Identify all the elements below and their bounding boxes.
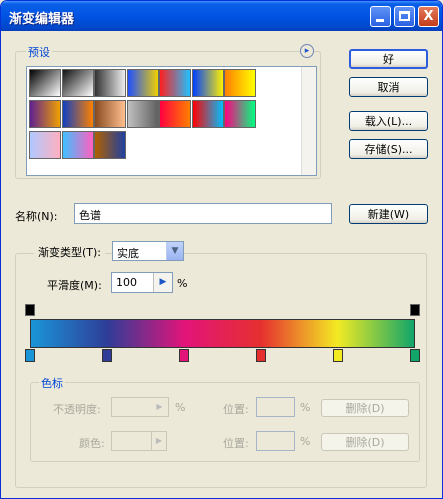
- new-button[interactable]: 新建(W): [349, 204, 428, 224]
- presets-group: 预设 ▸: [15, 44, 321, 179]
- delete-color-stop-button[interactable]: 删除(D): [321, 433, 409, 451]
- opacity-stop[interactable]: [25, 304, 35, 316]
- name-input[interactable]: 色谱: [74, 203, 332, 224]
- load-button[interactable]: 载入(L)...: [349, 111, 428, 131]
- preset-swatch[interactable]: [94, 69, 126, 97]
- preset-swatch[interactable]: [29, 100, 61, 128]
- preset-swatch[interactable]: [191, 69, 224, 97]
- color-stop[interactable]: [179, 349, 189, 362]
- preset-swatch[interactable]: [224, 100, 256, 128]
- minimize-icon: [371, 7, 390, 26]
- close-button[interactable]: X: [418, 6, 439, 27]
- delete-opacity-stop-button[interactable]: 删除(D): [321, 399, 409, 417]
- presets-scrollbar[interactable]: [301, 67, 316, 175]
- preset-swatch[interactable]: [61, 100, 94, 128]
- color-stop[interactable]: [102, 349, 112, 362]
- gradient-preview-bar[interactable]: [30, 319, 415, 348]
- presets-list[interactable]: [26, 66, 317, 176]
- preset-swatch[interactable]: [126, 100, 159, 128]
- opacity-location-input[interactable]: [256, 397, 295, 417]
- color-stop[interactable]: [256, 349, 266, 362]
- color-location-unit: %: [300, 435, 311, 448]
- opacity-unit: %: [175, 401, 186, 414]
- opacity-location-label: 位置:: [223, 403, 249, 416]
- gradient-editor-window: 渐变编辑器 X 预设 ▸ 好 取消 载入(L)... 存储(S)... 名称(N…: [0, 0, 443, 499]
- opacity-input[interactable]: ▶: [111, 397, 169, 417]
- smoothness-input[interactable]: 100 ▶: [111, 272, 173, 293]
- color-stop[interactable]: [333, 349, 343, 362]
- color-stop[interactable]: [25, 349, 35, 362]
- opacity-location-unit: %: [300, 401, 311, 414]
- save-button[interactable]: 存储(S)...: [349, 139, 428, 159]
- maximize-icon: [395, 7, 414, 26]
- color-stop[interactable]: [410, 349, 420, 362]
- cancel-button[interactable]: 取消: [349, 77, 428, 97]
- window-title: 渐变编辑器: [9, 12, 75, 27]
- color-swatch-input[interactable]: ▶: [111, 431, 167, 451]
- preset-swatch[interactable]: [191, 100, 224, 128]
- preset-swatch[interactable]: [224, 69, 256, 97]
- preset-swatch[interactable]: [61, 131, 94, 159]
- color-location-input[interactable]: [256, 431, 295, 451]
- smoothness-slider-icon[interactable]: ▶: [153, 273, 172, 292]
- title-bar[interactable]: 渐变编辑器 X: [1, 1, 442, 31]
- maximize-button[interactable]: [394, 6, 415, 27]
- minimize-button[interactable]: [370, 6, 391, 27]
- preset-swatch[interactable]: [159, 100, 191, 128]
- presets-menu-icon[interactable]: ▸: [300, 44, 314, 58]
- color-location-label: 位置:: [223, 437, 249, 450]
- presets-label: 预设: [26, 44, 52, 60]
- preset-swatch[interactable]: [94, 100, 126, 128]
- preset-swatch[interactable]: [29, 69, 61, 97]
- color-picker-icon: ▶: [151, 432, 166, 450]
- preset-swatch[interactable]: [126, 69, 159, 97]
- close-icon: X: [423, 9, 434, 24]
- opacity-label: 不透明度:: [53, 403, 101, 416]
- preset-swatch[interactable]: [29, 131, 61, 159]
- smoothness-unit: %: [177, 277, 188, 290]
- preset-swatch[interactable]: [94, 131, 126, 159]
- gradient-type-select[interactable]: 实底 ▼: [112, 241, 184, 261]
- preset-swatch[interactable]: [61, 69, 94, 97]
- color-label: 颜色:: [79, 437, 105, 450]
- opacity-stop[interactable]: [410, 304, 420, 316]
- smoothness-value: 100: [116, 276, 137, 289]
- preset-swatch[interactable]: [159, 69, 191, 97]
- gradient-type-value: 实底: [117, 247, 139, 260]
- gradient-type-label: 渐变类型(T):: [34, 244, 106, 260]
- stops-group-label: 色标: [39, 375, 65, 391]
- name-label: 名称(N):: [15, 210, 58, 223]
- smoothness-label: 平滑度(M):: [47, 279, 102, 292]
- opacity-slider-icon: ▶: [156, 402, 163, 411]
- chevron-down-icon: ▼: [166, 242, 183, 260]
- ok-button[interactable]: 好: [349, 49, 428, 69]
